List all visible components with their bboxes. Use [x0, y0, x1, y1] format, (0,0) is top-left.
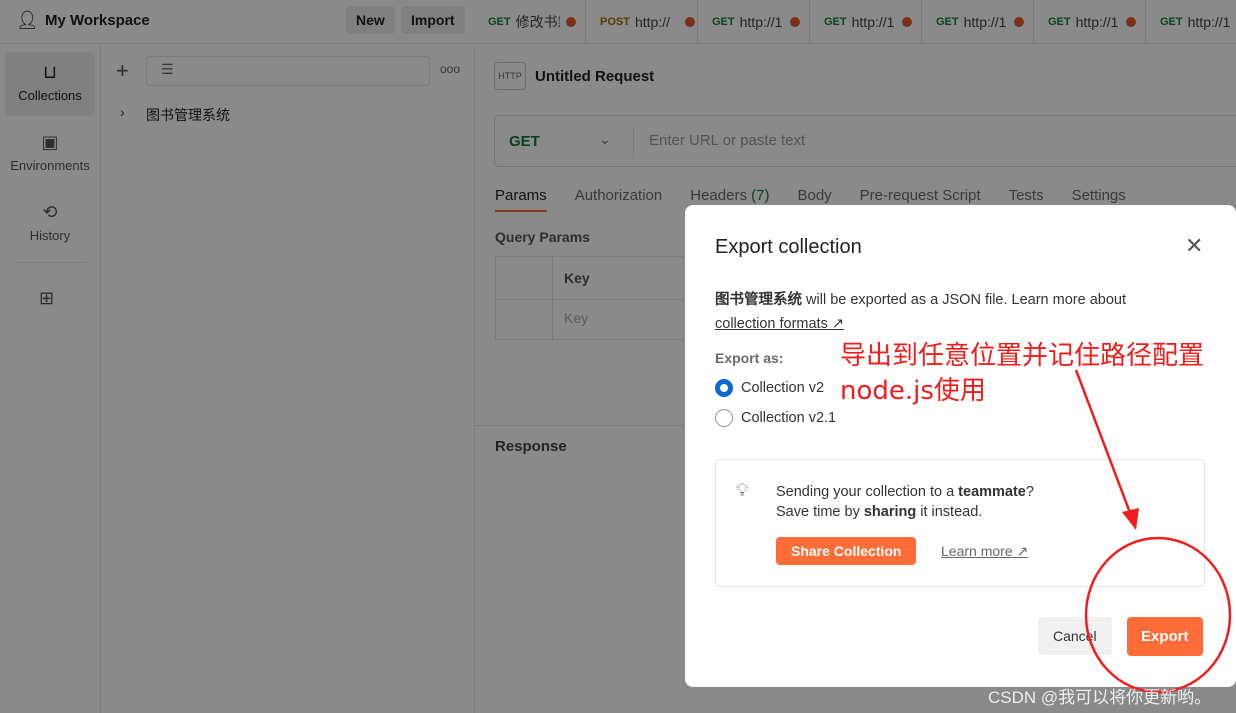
annotation-marks	[1074, 369, 1232, 694]
annotation-arrow-line	[1074, 369, 1134, 519]
annotation-arrowhead	[1122, 508, 1139, 530]
watermark: CSDN @我可以将你更新哟。	[988, 688, 1212, 707]
annotation-circle	[1084, 536, 1232, 694]
